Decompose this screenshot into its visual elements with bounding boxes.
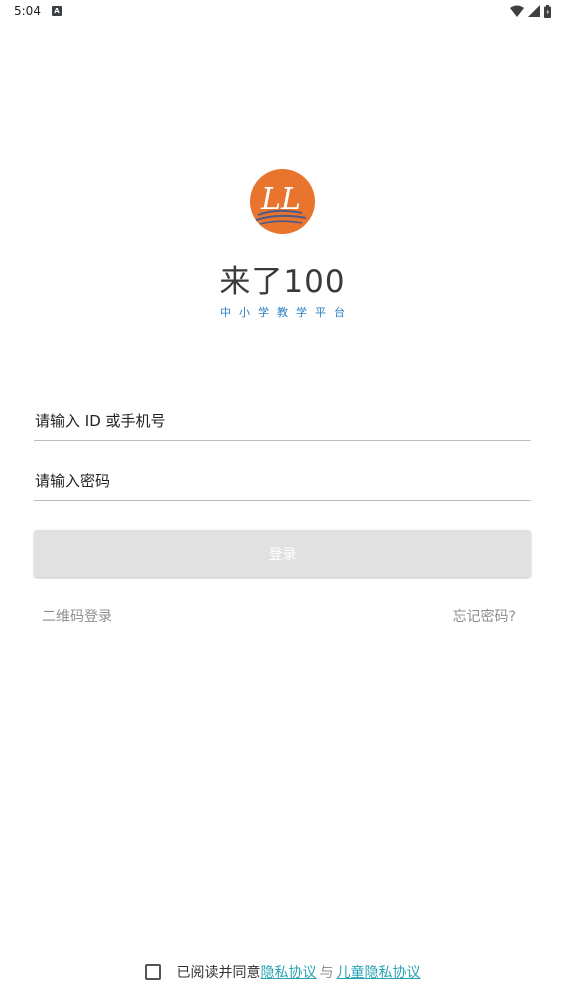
status-bar: 5:04 A <box>0 0 565 26</box>
agreement-joiner: 与 <box>319 965 334 981</box>
wifi-icon <box>510 5 524 17</box>
forgot-password-link[interactable]: 忘记密码? <box>453 606 516 626</box>
signal-icon <box>528 5 540 17</box>
login-screen: 5:04 A LL 来了100 中小学教学平台 登录 二维码登录 忘记密码? <box>0 0 565 1004</box>
app-logo: LL <box>250 169 315 234</box>
status-icons <box>510 4 551 18</box>
app-title: 来了100 <box>219 264 346 300</box>
notification-icon: A <box>52 6 62 16</box>
agreement-checkbox[interactable] <box>144 964 161 980</box>
agreement-prefix: 已阅读并同意 <box>176 965 261 981</box>
logo-text: LL <box>260 182 301 217</box>
child-privacy-policy-link[interactable]: 儿童隐私协议 <box>337 962 421 982</box>
password-input[interactable] <box>34 461 531 501</box>
login-button[interactable]: 登录 <box>34 530 531 577</box>
qr-login-link[interactable]: 二维码登录 <box>42 606 112 626</box>
app-subtitle: 中小学教学平台 <box>220 306 353 319</box>
id-or-phone-input[interactable] <box>34 401 531 441</box>
privacy-policy-link[interactable]: 隐私协议 <box>261 962 317 982</box>
status-time: 5:04 <box>14 4 41 18</box>
agreement-row: 已阅读并同意 隐私协议 与 儿童隐私协议 <box>0 962 565 982</box>
battery-icon <box>544 4 551 18</box>
